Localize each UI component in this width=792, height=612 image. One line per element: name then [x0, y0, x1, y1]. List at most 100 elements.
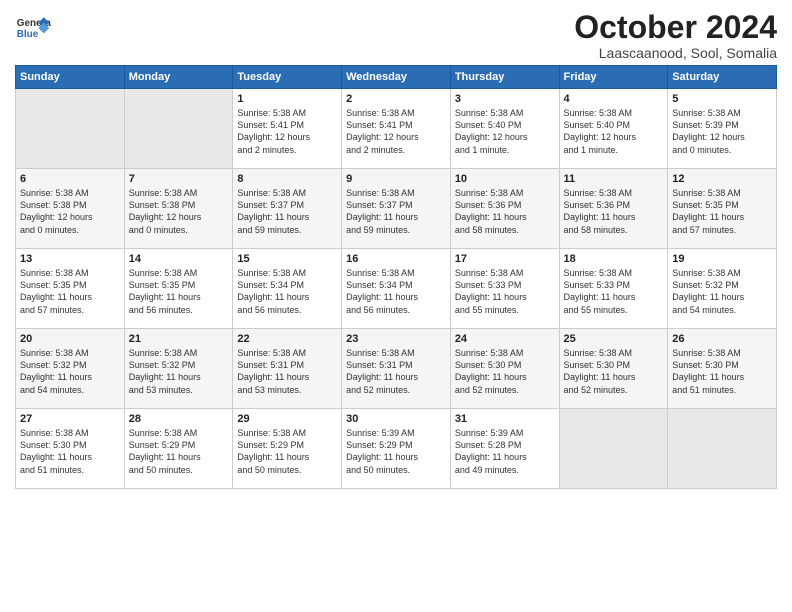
- cell-2-5: 10Sunrise: 5:38 AM Sunset: 5:36 PM Dayli…: [450, 169, 559, 249]
- cell-content: Sunrise: 5:38 AM Sunset: 5:41 PM Dayligh…: [346, 107, 446, 156]
- cell-2-4: 9 Sunrise: 5:38 AM Sunset: 5:37 PM Daylig…: [342, 169, 451, 249]
- cell-1-6: 4 Sunrise: 5:38 AM Sunset: 5:40 PM Daylig…: [559, 89, 668, 169]
- cell-4-5: 24 Sunrise: 5:38 AM Sunset: 5:30 PM Dayli…: [450, 329, 559, 409]
- week-row-2: 6 Sunrise: 5:38 AM Sunset: 5:38 PM Daylig…: [16, 169, 777, 249]
- day-number: 18: [564, 253, 664, 265]
- cell-4-1: 20 Sunrise: 5:38 AM Sunset: 5:32 PM Dayli…: [16, 329, 125, 409]
- cell-3-4: 16 Sunrise: 5:38 AM Sunset: 5:34 PM Dayli…: [342, 249, 451, 329]
- cell-5-4: 30Sunrise: 5:39 AM Sunset: 5:29 PM Dayli…: [342, 409, 451, 489]
- cell-content: Sunrise: 5:38 AM Sunset: 5:31 PM Dayligh…: [346, 347, 446, 396]
- cell-1-3: 1 Sunrise: 5:38 AM Sunset: 5:41 PM Daylig…: [233, 89, 342, 169]
- day-number: 22: [237, 333, 337, 345]
- cell-content: Sunrise: 5:38 AM Sunset: 5:33 PM Dayligh…: [564, 267, 664, 316]
- col-thursday: Thursday: [450, 66, 559, 89]
- day-number: 24: [455, 333, 555, 345]
- cell-1-7: 5 Sunrise: 5:38 AM Sunset: 5:39 PM Daylig…: [668, 89, 777, 169]
- col-monday: Monday: [124, 66, 233, 89]
- week-row-4: 20 Sunrise: 5:38 AM Sunset: 5:32 PM Dayli…: [16, 329, 777, 409]
- day-number: 28: [129, 413, 229, 425]
- cell-content: Sunrise: 5:38 AM Sunset: 5:30 PM Dayligh…: [672, 347, 772, 396]
- cell-content: Sunrise: 5:38 AM Sunset: 5:32 PM Dayligh…: [129, 347, 229, 396]
- week-row-1: 1 Sunrise: 5:38 AM Sunset: 5:41 PM Daylig…: [16, 89, 777, 169]
- day-number: 1: [237, 93, 337, 105]
- day-number: 27: [20, 413, 120, 425]
- cell-3-6: 18 Sunrise: 5:38 AM Sunset: 5:33 PM Dayli…: [559, 249, 668, 329]
- col-tuesday: Tuesday: [233, 66, 342, 89]
- location-subtitle: Laascaanood, Sool, Somalia: [574, 45, 777, 61]
- title-block: October 2024 Laascaanood, Sool, Somalia: [574, 10, 777, 61]
- day-number: 15: [237, 253, 337, 265]
- col-sunday: Sunday: [16, 66, 125, 89]
- cell-1-5: 3 Sunrise: 5:38 AM Sunset: 5:40 PM Daylig…: [450, 89, 559, 169]
- cell-content: Sunrise: 5:38 AM Sunset: 5:37 PM Dayligh…: [237, 187, 337, 236]
- col-wednesday: Wednesday: [342, 66, 451, 89]
- day-number: 3: [455, 93, 555, 105]
- cell-content: Sunrise: 5:38 AM Sunset: 5:39 PM Dayligh…: [672, 107, 772, 156]
- day-number: 9: [346, 173, 446, 185]
- day-number: 4: [564, 93, 664, 105]
- cell-content: Sunrise: 5:38 AM Sunset: 5:35 PM Dayligh…: [129, 267, 229, 316]
- cell-content: Sunrise: 5:38 AM Sunset: 5:33 PM Dayligh…: [455, 267, 555, 316]
- cell-content: Sunrise: 5:38 AM Sunset: 5:34 PM Dayligh…: [346, 267, 446, 316]
- cell-content: Sunrise: 5:38 AM Sunset: 5:32 PM Dayligh…: [672, 267, 772, 316]
- day-number: 25: [564, 333, 664, 345]
- cell-content: Sunrise: 5:38 AM Sunset: 5:30 PM Dayligh…: [564, 347, 664, 396]
- logo: General Blue: [15, 10, 51, 46]
- header-row: Sunday Monday Tuesday Wednesday Thursday…: [16, 66, 777, 89]
- day-number: 23: [346, 333, 446, 345]
- cell-content: Sunrise: 5:38 AM Sunset: 5:29 PM Dayligh…: [129, 427, 229, 476]
- cell-3-3: 15 Sunrise: 5:38 AM Sunset: 5:34 PM Dayli…: [233, 249, 342, 329]
- day-number: 5: [672, 93, 772, 105]
- cell-content: Sunrise: 5:38 AM Sunset: 5:37 PM Dayligh…: [346, 187, 446, 236]
- cell-content: Sunrise: 5:38 AM Sunset: 5:38 PM Dayligh…: [20, 187, 120, 236]
- day-number: 12: [672, 173, 772, 185]
- cell-1-1: [16, 89, 125, 169]
- week-row-5: 27 Sunrise: 5:38 AM Sunset: 5:30 PM Dayli…: [16, 409, 777, 489]
- cell-3-7: 19 Sunrise: 5:38 AM Sunset: 5:32 PM Dayli…: [668, 249, 777, 329]
- day-number: 16: [346, 253, 446, 265]
- cell-content: Sunrise: 5:38 AM Sunset: 5:38 PM Dayligh…: [129, 187, 229, 236]
- cell-content: Sunrise: 5:38 AM Sunset: 5:41 PM Dayligh…: [237, 107, 337, 156]
- cell-content: Sunrise: 5:38 AM Sunset: 5:40 PM Dayligh…: [564, 107, 664, 156]
- day-number: 7: [129, 173, 229, 185]
- cell-2-6: 11Sunrise: 5:38 AM Sunset: 5:36 PM Dayli…: [559, 169, 668, 249]
- col-friday: Friday: [559, 66, 668, 89]
- calendar-body: 1 Sunrise: 5:38 AM Sunset: 5:41 PM Daylig…: [16, 89, 777, 489]
- day-number: 2: [346, 93, 446, 105]
- cell-4-6: 25 Sunrise: 5:38 AM Sunset: 5:30 PM Dayli…: [559, 329, 668, 409]
- cell-5-3: 29Sunrise: 5:38 AM Sunset: 5:29 PM Dayli…: [233, 409, 342, 489]
- cell-content: Sunrise: 5:39 AM Sunset: 5:28 PM Dayligh…: [455, 427, 555, 476]
- cell-content: Sunrise: 5:38 AM Sunset: 5:31 PM Dayligh…: [237, 347, 337, 396]
- day-number: 29: [237, 413, 337, 425]
- cell-5-5: 31 Sunrise: 5:39 AM Sunset: 5:28 PM Dayli…: [450, 409, 559, 489]
- cell-4-4: 23 Sunrise: 5:38 AM Sunset: 5:31 PM Dayli…: [342, 329, 451, 409]
- cell-3-2: 14 Sunrise: 5:38 AM Sunset: 5:35 PM Dayli…: [124, 249, 233, 329]
- day-number: 31: [455, 413, 555, 425]
- page-container: General Blue October 2024 Laascaanood, S…: [0, 0, 792, 499]
- cell-5-2: 28 Sunrise: 5:38 AM Sunset: 5:29 PM Dayli…: [124, 409, 233, 489]
- cell-content: Sunrise: 5:38 AM Sunset: 5:30 PM Dayligh…: [455, 347, 555, 396]
- cell-content: Sunrise: 5:38 AM Sunset: 5:34 PM Dayligh…: [237, 267, 337, 316]
- cell-content: Sunrise: 5:38 AM Sunset: 5:30 PM Dayligh…: [20, 427, 120, 476]
- cell-2-3: 8Sunrise: 5:38 AM Sunset: 5:37 PM Daylig…: [233, 169, 342, 249]
- cell-content: Sunrise: 5:38 AM Sunset: 5:35 PM Dayligh…: [672, 187, 772, 236]
- cell-content: Sunrise: 5:38 AM Sunset: 5:40 PM Dayligh…: [455, 107, 555, 156]
- calendar-table: Sunday Monday Tuesday Wednesday Thursday…: [15, 65, 777, 489]
- cell-content: Sunrise: 5:38 AM Sunset: 5:32 PM Dayligh…: [20, 347, 120, 396]
- cell-4-7: 26 Sunrise: 5:38 AM Sunset: 5:30 PM Dayli…: [668, 329, 777, 409]
- day-number: 19: [672, 253, 772, 265]
- day-number: 6: [20, 173, 120, 185]
- col-saturday: Saturday: [668, 66, 777, 89]
- day-number: 14: [129, 253, 229, 265]
- cell-3-5: 17Sunrise: 5:38 AM Sunset: 5:33 PM Dayli…: [450, 249, 559, 329]
- day-number: 20: [20, 333, 120, 345]
- day-number: 26: [672, 333, 772, 345]
- header: General Blue October 2024 Laascaanood, S…: [15, 10, 777, 61]
- cell-4-2: 21 Sunrise: 5:38 AM Sunset: 5:32 PM Dayli…: [124, 329, 233, 409]
- month-title: October 2024: [574, 10, 777, 45]
- cell-content: Sunrise: 5:38 AM Sunset: 5:36 PM Dayligh…: [564, 187, 664, 236]
- day-number: 10: [455, 173, 555, 185]
- cell-5-6: [559, 409, 668, 489]
- day-number: 30: [346, 413, 446, 425]
- day-number: 21: [129, 333, 229, 345]
